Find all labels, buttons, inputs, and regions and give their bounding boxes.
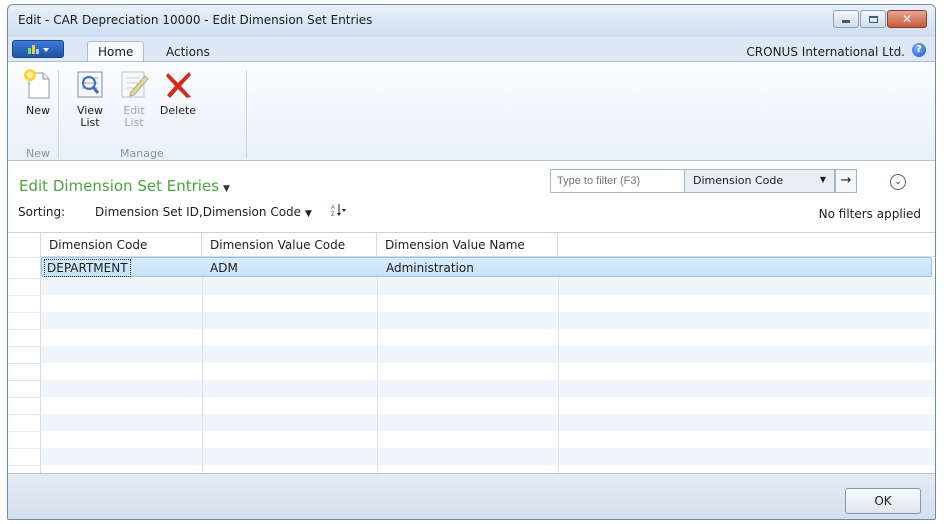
filter-field-value: Dimension Code xyxy=(693,174,784,187)
delete-button[interactable]: Delete xyxy=(156,68,200,117)
company-name: CRONUS International Ltd. xyxy=(746,45,905,59)
chevron-down-icon: ⌄ xyxy=(894,177,902,187)
ribbon-tab-row: Home Actions CRONUS International Ltd. ? xyxy=(8,37,935,65)
empty-row[interactable] xyxy=(41,431,935,448)
minimize-icon xyxy=(842,20,850,23)
apply-filter-button[interactable]: → xyxy=(835,169,857,193)
svg-text:A: A xyxy=(331,205,335,211)
new-document-icon xyxy=(22,68,54,100)
view-list-icon xyxy=(74,68,106,100)
cell-dimension-value-code[interactable]: ADM xyxy=(210,261,238,275)
empty-row[interactable] xyxy=(41,414,935,431)
row-gutter-line xyxy=(8,431,41,432)
filter-status: No filters applied xyxy=(818,207,921,221)
minimize-button[interactable] xyxy=(833,10,859,28)
filter-input[interactable] xyxy=(550,169,685,193)
arrow-right-icon: → xyxy=(840,173,852,188)
row-gutter-line xyxy=(8,448,41,449)
help-icon[interactable]: ? xyxy=(912,43,926,57)
edit-list-label: Edit List xyxy=(123,104,145,129)
row-gutter-line xyxy=(8,363,41,364)
close-icon: ✕ xyxy=(901,12,913,26)
chevron-down-icon: ▼ xyxy=(222,184,230,194)
view-list-label: View List xyxy=(76,104,104,129)
sorting-label: Sorting: xyxy=(18,205,66,219)
expand-filter-button[interactable]: ⌄ xyxy=(890,174,906,190)
page-title[interactable]: Edit Dimension Set Entries ▼ xyxy=(19,177,230,195)
ribbon-separator xyxy=(58,70,59,158)
group-manage-label: Manage xyxy=(120,147,164,160)
empty-row[interactable] xyxy=(41,380,935,397)
empty-row[interactable] xyxy=(41,448,935,465)
grid-header: Dimension Code Dimension Value Code Dime… xyxy=(41,233,935,257)
empty-row[interactable] xyxy=(41,295,935,312)
row-gutter-line xyxy=(8,278,41,279)
new-label: New xyxy=(26,104,50,117)
data-grid: Dimension Code Dimension Value Code Dime… xyxy=(8,232,935,474)
edit-list-icon xyxy=(118,68,150,100)
sorting-select[interactable]: Dimension Set ID,Dimension Code ▼ xyxy=(95,205,312,219)
empty-row[interactable] xyxy=(41,312,935,329)
title-bar[interactable]: Edit - CAR Depreciation 10000 - Edit Dim… xyxy=(8,5,935,37)
window-controls: ✕ xyxy=(832,10,927,28)
row-gutter-line xyxy=(8,465,41,466)
window-title: Edit - CAR Depreciation 10000 - Edit Dim… xyxy=(18,13,373,27)
empty-row[interactable] xyxy=(41,397,935,414)
list-content: Edit Dimension Set Entries▼ Dimension Co… xyxy=(8,161,935,474)
cell-dimension-value-name[interactable]: Administration xyxy=(386,261,474,275)
column-header-dimension-code[interactable]: Dimension Code xyxy=(41,233,202,257)
delete-label: Delete xyxy=(159,104,197,117)
dropdown-arrow-icon: ▼ xyxy=(305,209,312,219)
cell-dimension-code[interactable]: DEPARTMENT xyxy=(44,259,131,277)
app-menu-icon xyxy=(28,45,49,54)
empty-row[interactable] xyxy=(41,278,935,295)
svg-text:Z: Z xyxy=(331,212,335,217)
row-gutter-line xyxy=(8,312,41,313)
row-gutter-line xyxy=(8,257,41,258)
ribbon-separator xyxy=(246,70,247,158)
row-gutter-line xyxy=(8,397,41,398)
filter-field-select[interactable]: Dimension Code ▼ xyxy=(685,169,835,193)
ribbon-panel: New View List Edit List Delete New Manag… xyxy=(8,61,935,161)
sort-direction-button[interactable]: A Z xyxy=(331,203,347,220)
maximize-button[interactable] xyxy=(860,10,886,28)
row-gutter-line xyxy=(8,295,41,296)
close-button[interactable]: ✕ xyxy=(887,10,927,28)
sorting-value: Dimension Set ID,Dimension Code xyxy=(95,205,302,219)
dropdown-arrow-icon: ▼ xyxy=(819,175,826,184)
column-header-dimension-value-name[interactable]: Dimension Value Name xyxy=(377,233,558,257)
empty-row[interactable] xyxy=(41,329,935,346)
maximize-icon xyxy=(868,15,878,23)
sort-ascending-icon: A Z xyxy=(331,204,346,218)
ok-button[interactable]: OK xyxy=(845,488,921,514)
dialog-footer: OK xyxy=(8,473,935,519)
row-gutter-line xyxy=(8,346,41,347)
delete-icon xyxy=(162,68,194,100)
view-list-button[interactable]: View List xyxy=(68,68,112,129)
row-gutter-line xyxy=(8,380,41,381)
dialog-window: Edit - CAR Depreciation 10000 - Edit Dim… xyxy=(7,4,936,520)
page-title-text: Edit Dimension Set Entries xyxy=(19,177,219,195)
empty-row[interactable] xyxy=(41,346,935,363)
row-gutter xyxy=(8,233,41,474)
group-new-label: New xyxy=(26,147,50,160)
new-button[interactable]: New xyxy=(16,68,60,117)
empty-row[interactable] xyxy=(41,363,935,380)
table-row[interactable]: DEPARTMENT ADM Administration xyxy=(41,257,932,277)
app-menu-button[interactable] xyxy=(12,40,64,58)
tab-actions[interactable]: Actions xyxy=(156,42,220,62)
edit-list-button: Edit List xyxy=(112,68,156,129)
row-gutter-line xyxy=(8,329,41,330)
column-header-dimension-value-code[interactable]: Dimension Value Code xyxy=(202,233,377,257)
row-gutter-line xyxy=(8,414,41,415)
